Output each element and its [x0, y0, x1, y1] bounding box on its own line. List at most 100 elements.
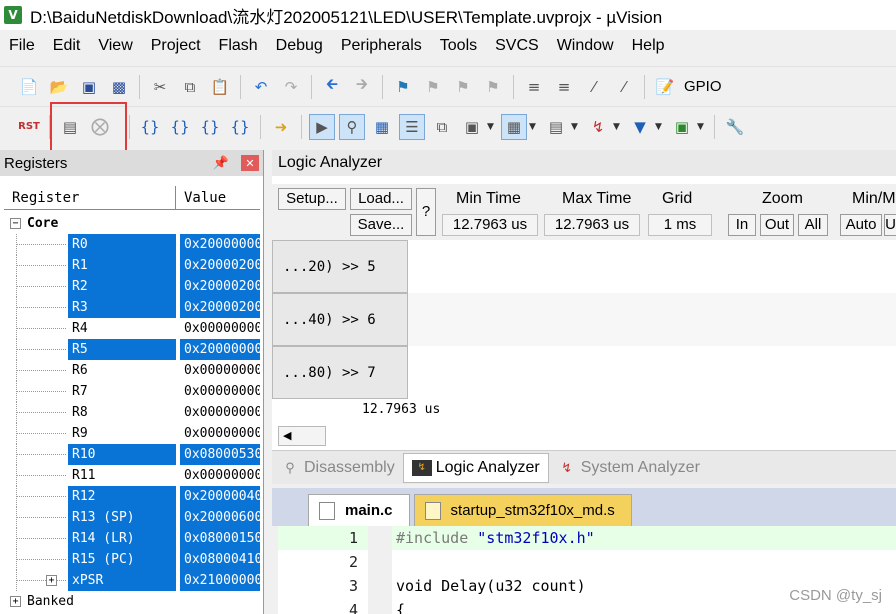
signal-name[interactable]: ...80) >> 7 [272, 346, 408, 399]
serial-window-icon[interactable]: ▤ [543, 114, 569, 140]
find-in-files-icon[interactable]: 📝 [652, 74, 678, 100]
undo-icon[interactable]: ↶ [248, 74, 274, 100]
register-name[interactable]: R13 (SP) [68, 507, 176, 528]
redo-icon[interactable]: ↷ [278, 74, 304, 100]
register-row[interactable]: R7 0x00000000 [4, 381, 260, 402]
command-window-icon[interactable]: ▶ [309, 113, 335, 140]
step-out-icon[interactable]: {} [197, 114, 223, 140]
scroll-left-icon[interactable]: ◀ [283, 429, 291, 442]
run-to-cursor-icon[interactable]: {} [227, 114, 253, 140]
chevron-down-icon[interactable]: ▼ [487, 122, 495, 132]
copy-icon[interactable]: ⧉ [177, 74, 203, 100]
show-next-statement-icon[interactable]: ➜ [268, 114, 294, 140]
menu-window[interactable]: Window [548, 37, 623, 55]
menu-tools[interactable]: Tools [431, 37, 486, 55]
analysis-window-icon[interactable]: ↯ [585, 114, 611, 140]
register-name[interactable]: R11 [68, 465, 176, 486]
register-value[interactable]: 0x00000000 [180, 402, 260, 423]
disassembly-window-icon[interactable]: ⚲ [339, 113, 365, 140]
register-row[interactable]: R9 0x00000000 [4, 423, 260, 444]
gpio-search-text[interactable]: GPIO [684, 78, 722, 95]
zoom-all-button[interactable]: All [798, 214, 828, 236]
register-value[interactable]: 0x08000410 [180, 549, 260, 570]
tree-group-banked[interactable]: + Banked [4, 591, 260, 612]
signal-waveform[interactable] [408, 240, 896, 293]
tab-disassembly[interactable]: ⚲ Disassembly [272, 453, 403, 483]
comment-icon[interactable]: ⁄ [581, 74, 607, 100]
clear-bookmarks-icon[interactable]: ⚑ [480, 74, 506, 100]
editor-tab-startup[interactable]: startup_stm32f10x_md.s [413, 494, 632, 526]
register-name[interactable]: R10 [68, 444, 176, 465]
indent-icon[interactable]: ≡ [521, 74, 547, 100]
register-value[interactable]: 0x00000000 [180, 465, 260, 486]
menu-view[interactable]: View [89, 37, 141, 55]
register-value[interactable]: 0x20000200 [180, 276, 260, 297]
bookmark-icon[interactable]: ⚑ [390, 74, 416, 100]
register-name[interactable]: R0 [68, 234, 176, 255]
auto-button[interactable]: Auto [840, 214, 882, 236]
undo-zoom-button[interactable]: U [884, 214, 896, 236]
menu-peripherals[interactable]: Peripherals [332, 37, 431, 55]
navigate-forward-icon[interactable]: 🡲 [349, 74, 375, 100]
save-button[interactable]: Save... [350, 214, 412, 236]
gutter[interactable] [368, 574, 392, 598]
editor-tab-main-c[interactable]: main.c [308, 494, 410, 526]
group-core[interactable]: Core [27, 216, 58, 231]
register-name[interactable]: R3 [68, 297, 176, 318]
save-icon[interactable]: ▣ [76, 74, 102, 100]
cut-icon[interactable]: ✂ [147, 74, 173, 100]
register-value[interactable]: 0x20000200 [180, 297, 260, 318]
chevron-down-icon[interactable]: ▼ [655, 122, 663, 132]
register-name[interactable]: R4 [68, 318, 176, 339]
memory-window-icon[interactable]: ▦ [501, 113, 527, 140]
collapse-icon[interactable]: − [10, 218, 21, 229]
column-value[interactable]: Value [176, 186, 226, 209]
register-row[interactable]: R8 0x00000000 [4, 402, 260, 423]
step-over-icon[interactable]: {} [167, 114, 193, 140]
register-value[interactable]: 0x00000000 [180, 318, 260, 339]
register-row[interactable]: R12 0x20000040 [4, 486, 260, 507]
watch-window-icon[interactable]: ▣ [459, 114, 485, 140]
toolbox-icon[interactable]: 🔧 [722, 114, 748, 140]
register-name[interactable]: R1 [68, 255, 176, 276]
setup-button[interactable]: Setup... [278, 188, 346, 210]
expand-icon[interactable]: + [10, 596, 21, 607]
register-value[interactable]: 0x20000000 [180, 234, 260, 255]
chevron-down-icon[interactable]: ▼ [529, 122, 537, 132]
register-name[interactable]: R2 [68, 276, 176, 297]
menu-debug[interactable]: Debug [267, 37, 332, 55]
register-name[interactable]: R6 [68, 360, 176, 381]
save-all-icon[interactable]: ▩ [106, 74, 132, 100]
symbols-window-icon[interactable]: ▦ [369, 114, 395, 140]
register-row[interactable]: R10 0x08000530 [4, 444, 260, 465]
close-icon[interactable]: ✕ [241, 155, 259, 171]
register-value[interactable]: 0x20000000 [180, 339, 260, 360]
call-stack-window-icon[interactable]: ⧉ [429, 114, 455, 140]
zoom-in-button[interactable]: In [728, 214, 756, 236]
new-file-icon[interactable]: 📄 [16, 74, 42, 100]
navigate-back-icon[interactable]: 🡰 [319, 74, 345, 100]
group-banked[interactable]: Banked [27, 594, 74, 609]
register-name[interactable]: R5 [68, 339, 176, 360]
chevron-down-icon[interactable]: ▼ [697, 122, 705, 132]
expand-icon[interactable]: + [46, 575, 57, 586]
register-row[interactable]: R15 (PC) 0x08000410 [4, 549, 260, 570]
tree-group-core[interactable]: − Core [4, 213, 260, 234]
register-name[interactable]: R15 (PC) [68, 549, 176, 570]
register-name[interactable]: R14 (LR) [68, 528, 176, 549]
signal-waveform[interactable] [408, 346, 896, 399]
register-row[interactable]: R11 0x00000000 [4, 465, 260, 486]
register-row[interactable]: + xPSR 0x21000000 [4, 570, 260, 591]
trace-window-icon[interactable]: ▼ [627, 114, 653, 140]
register-name[interactable]: R12 [68, 486, 176, 507]
register-name[interactable]: xPSR [68, 570, 176, 591]
unindent-icon[interactable]: ≡ [551, 74, 577, 100]
menu-flash[interactable]: Flash [210, 37, 267, 55]
register-row[interactable]: R2 0x20000200 [4, 276, 260, 297]
register-value[interactable]: 0x00000000 [180, 381, 260, 402]
signal-waveform[interactable] [408, 293, 896, 346]
signal-name[interactable]: ...20) >> 5 [272, 240, 408, 293]
register-row[interactable]: R5 0x20000000 [4, 339, 260, 360]
gutter[interactable] [368, 598, 392, 614]
menu-file[interactable]: File [0, 37, 44, 55]
